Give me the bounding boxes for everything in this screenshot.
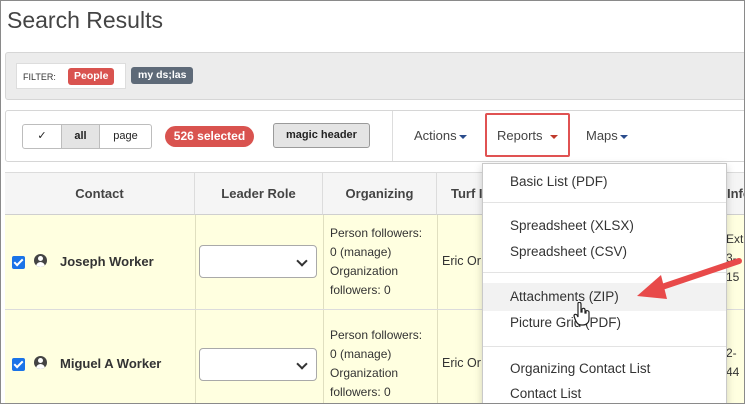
column-header-organizing[interactable]: Organizing — [323, 172, 437, 215]
person-icon — [34, 356, 47, 369]
organizing-cell: Person followers: 0 (manage) Organizatio… — [330, 224, 436, 300]
check-icon: ✓ — [37, 130, 47, 142]
arrow-callout-icon — [637, 258, 742, 299]
menu-divider — [483, 346, 726, 347]
reports-callout-box — [485, 113, 570, 157]
menu-item-spreadsheet-xlsx[interactable]: Spreadsheet (XLSX) — [483, 212, 726, 240]
cell-divider — [195, 215, 196, 309]
toolbar-divider — [392, 111, 393, 161]
app-frame: Search Results FILTER: People my ds;las … — [0, 0, 745, 404]
menu-item-basic-list-pdf[interactable]: Basic List (PDF) — [483, 168, 726, 196]
page-title: Search Results — [7, 7, 163, 33]
select-all-button[interactable]: all — [62, 124, 100, 149]
row-checkbox[interactable] — [12, 358, 25, 371]
column-header-contact[interactable]: Contact — [5, 172, 195, 215]
cell-divider — [437, 215, 438, 309]
leader-role-select[interactable] — [199, 245, 317, 278]
organizing-line: Organization — [330, 366, 399, 380]
organizing-line: Person followers: — [330, 328, 423, 342]
maps-menu-label: Maps — [586, 128, 618, 143]
menu-item-organizing-contact-list[interactable]: Organizing Contact List — [483, 355, 726, 383]
info-cell: 2-44 — [726, 344, 744, 382]
caret-down-icon — [458, 134, 467, 139]
column-header-leader-role[interactable]: Leader Role — [195, 172, 323, 215]
select-page-button[interactable]: page — [100, 124, 152, 149]
menu-item-picture-grid-pdf[interactable]: Picture Grid (PDF) — [483, 309, 726, 337]
filter-tag-my-dslas[interactable]: my ds;las — [131, 67, 194, 84]
manage-link[interactable]: 0 (manage) — [330, 243, 436, 262]
selected-count-badge: 526 selected — [165, 126, 254, 147]
filter-tag-people[interactable]: People — [68, 68, 115, 85]
info-line: Ext — [726, 232, 744, 246]
menu-item-contact-list[interactable]: Contact List — [483, 380, 726, 403]
contact-name[interactable]: Miguel A Worker — [60, 356, 161, 371]
organizing-line: followers: 0 — [330, 385, 391, 399]
filter-bar: FILTER: People my ds;las — [5, 52, 744, 100]
info-line: 2-44 — [726, 346, 740, 379]
contact-name[interactable]: Joseph Worker — [60, 254, 154, 269]
magic-header-button[interactable]: magic header — [273, 123, 370, 148]
cell-divider — [323, 215, 324, 309]
organizing-line: Organization — [330, 264, 399, 278]
actions-menu[interactable]: Actions — [414, 128, 467, 143]
organizing-cell: Person followers: 0 (manage) Organizatio… — [330, 326, 436, 402]
maps-menu[interactable]: Maps — [586, 128, 628, 143]
caret-down-icon — [619, 134, 628, 139]
turf-cell: Eric Or — [442, 356, 481, 370]
actions-menu-label: Actions — [414, 128, 457, 143]
filter-box: FILTER: People — [16, 63, 126, 89]
cell-divider — [323, 310, 324, 403]
person-icon — [34, 254, 47, 267]
organizing-line: followers: 0 — [330, 283, 391, 297]
organizing-line: Person followers: — [330, 226, 423, 240]
hand-cursor-icon — [573, 302, 590, 326]
select-check-button[interactable]: ✓ — [22, 124, 62, 149]
cell-divider — [195, 310, 196, 403]
menu-divider — [483, 202, 726, 203]
turf-cell: Eric Or — [442, 254, 481, 268]
column-header-info[interactable]: Info — [727, 172, 744, 215]
manage-link[interactable]: 0 (manage) — [330, 345, 436, 364]
cell-divider — [437, 310, 438, 403]
toolbar: ✓ all page 526 selected magic header Act… — [5, 110, 744, 162]
filter-label: FILTER: — [23, 72, 56, 82]
row-checkbox[interactable] — [12, 256, 25, 269]
leader-role-select[interactable] — [199, 348, 317, 381]
